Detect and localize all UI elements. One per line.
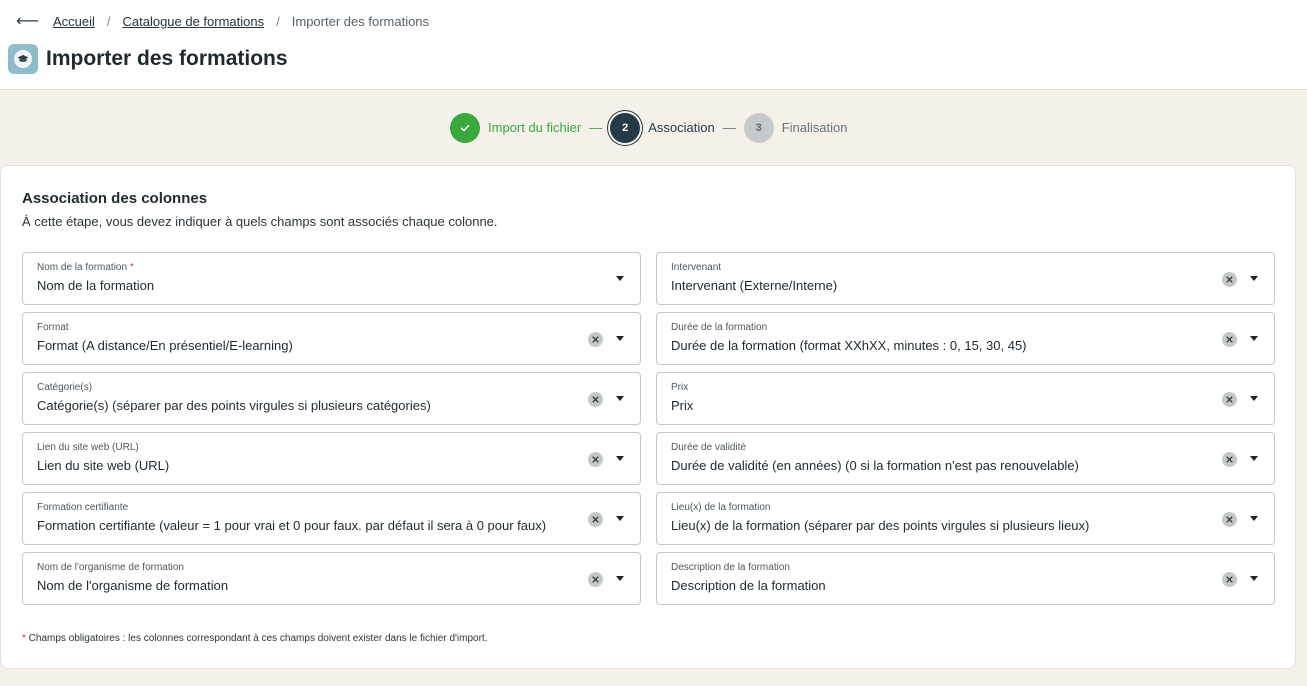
field-label: Lien du site web (URL) [37,442,139,453]
breadcrumb-catalogue-link[interactable]: Catalogue de formations [122,14,264,29]
select-duree-validite[interactable]: Durée de validité Durée de validité (en … [656,432,1275,485]
field-value: Lieu(x) de la formation (séparer par des… [671,518,1090,533]
required-fields-note: * Champs obligatoires : les colonnes cor… [22,633,488,644]
select-formation-certifiante[interactable]: Formation certifiante Formation certifia… [22,492,641,545]
arrow-left-icon[interactable]: ⟵ [16,11,39,31]
clear-icon[interactable] [1222,452,1237,467]
field-label: Format [37,322,69,333]
clear-icon[interactable] [1222,572,1237,587]
step-separator: — [589,120,603,135]
chevron-down-icon[interactable] [616,456,624,461]
field-label: Prix [671,382,689,393]
chevron-down-icon[interactable] [1250,456,1258,461]
chevron-down-icon[interactable] [1250,396,1258,401]
column-association-card: Association des colonnes À cette étape, … [0,165,1296,669]
title-row: Importer des formations [8,44,288,74]
field-value: Lien du site web (URL) [37,458,170,473]
graduation-cap-icon [8,44,38,74]
field-value: Nom de l'organisme de formation [37,578,229,593]
field-value: Formation certifiante (valeur = 1 pour v… [37,518,547,533]
step-separator: — [722,120,736,135]
chevron-down-icon[interactable] [1250,576,1258,581]
select-format[interactable]: Format Format (A distance/En présentiel/… [22,312,641,365]
field-value: Description de la formation [671,578,826,593]
field-value: Durée de validité (en années) (0 si la f… [671,458,1079,473]
page-header: ⟵ Accueil / Catalogue de formations / Im… [0,0,1307,90]
required-asterisk: * [129,262,134,273]
page-title: Importer des formations [46,47,288,70]
breadcrumb-separator: / [106,13,111,29]
step-2-number: 2 [610,112,641,143]
select-nom-formation[interactable]: Nom de la formation * Nom de la formatio… [22,252,641,305]
chevron-down-icon[interactable] [616,336,624,341]
clear-icon[interactable] [588,572,603,587]
chevron-down-icon[interactable] [616,396,624,401]
step-3-label: Finalisation [781,120,848,135]
field-value: Nom de la formation [37,278,155,293]
step-2-label: Association [648,120,715,135]
clear-icon[interactable] [1222,272,1237,287]
select-nom-organisme[interactable]: Nom de l'organisme de formation Nom de l… [22,552,641,605]
field-label: Formation certifiante [37,502,129,513]
breadcrumb-current: Importer des formations [291,13,430,29]
chevron-down-icon[interactable] [616,276,624,281]
clear-icon[interactable] [1222,512,1237,527]
field-label: Nom de l'organisme de formation [37,562,184,573]
select-duree-formation[interactable]: Durée de la formation Durée de la format… [656,312,1275,365]
breadcrumb: ⟵ Accueil / Catalogue de formations / Im… [16,12,429,30]
card-subtitle: À cette étape, vous devez indiquer à que… [22,214,498,229]
field-label: Catégorie(s) [37,382,93,393]
clear-icon[interactable] [588,452,603,467]
import-stepper: Import du fichier — 2 Association — 3 Fi… [450,112,847,143]
field-value: Intervenant (Externe/Interne) [671,278,838,293]
clear-icon[interactable] [588,512,603,527]
select-prix[interactable]: Prix Prix [656,372,1275,425]
step-3-number: 3 [743,112,774,143]
breadcrumb-separator: / [276,13,280,29]
field-label: Lieu(x) de la formation [671,502,771,513]
select-description-formation[interactable]: Description de la formation Description … [656,552,1275,605]
field-value: Format (A distance/En présentiel/E-learn… [37,338,293,353]
field-value: Prix [671,398,694,413]
chevron-down-icon[interactable] [1250,516,1258,521]
field-label: Durée de validité [671,442,747,453]
clear-icon[interactable] [588,332,603,347]
clear-icon[interactable] [588,392,603,407]
chevron-down-icon[interactable] [616,516,624,521]
select-categories[interactable]: Catégorie(s) Catégorie(s) (séparer par d… [22,372,641,425]
step-1-check-icon [450,112,480,143]
field-label: Durée de la formation [671,322,768,333]
chevron-down-icon[interactable] [616,576,624,581]
clear-icon[interactable] [1222,332,1237,347]
field-value: Catégorie(s) (séparer par des points vir… [37,398,431,413]
select-intervenant[interactable]: Intervenant Intervenant (Externe/Interne… [656,252,1275,305]
select-lieux-formation[interactable]: Lieu(x) de la formation Lieu(x) de la fo… [656,492,1275,545]
chevron-down-icon[interactable] [1250,276,1258,281]
step-1-label: Import du fichier [488,120,582,135]
chevron-down-icon[interactable] [1250,336,1258,341]
card-title: Association des colonnes [22,190,208,207]
field-value: Durée de la formation (format XXhXX, min… [671,338,1027,353]
breadcrumb-home-link[interactable]: Accueil [53,14,95,29]
select-lien-site-web[interactable]: Lien du site web (URL) Lien du site web … [22,432,641,485]
clear-icon[interactable] [1222,392,1237,407]
footnote-text: Champs obligatoires : les colonnes corre… [25,633,488,644]
field-label: Description de la formation [671,562,790,573]
field-label: Nom de la formation * [37,262,134,273]
field-label: Intervenant [671,262,722,273]
